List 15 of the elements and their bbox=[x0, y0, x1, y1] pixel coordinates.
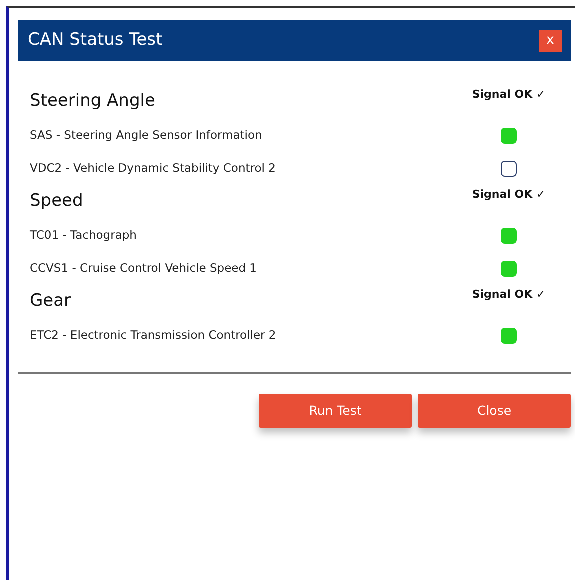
section-heading: Gear bbox=[30, 290, 72, 313]
message-label: ETC2 - Electronic Transmission Controller 2 bbox=[30, 326, 276, 344]
signal-status: Signal OK ✓ bbox=[471, 187, 547, 203]
section-heading: Speed bbox=[30, 190, 84, 213]
message-label: CCVS1 - Cruise Control Vehicle Speed 1 bbox=[30, 260, 257, 277]
message-label: SAS - Steering Angle Sensor Information bbox=[30, 126, 262, 144]
signal-status: Signal OK ✓ bbox=[471, 87, 547, 103]
message-label: TC01 - Tachograph bbox=[30, 226, 137, 244]
window-title: CAN Status Test bbox=[28, 28, 163, 52]
action-button[interactable]: Close bbox=[418, 394, 571, 428]
section-heading: Steering Angle bbox=[30, 90, 156, 113]
action-button[interactable]: Run Test bbox=[259, 394, 412, 428]
x-button[interactable]: x bbox=[539, 30, 562, 52]
signal-status: Signal OK ✓ bbox=[471, 287, 547, 303]
message-label: VDC2 - Vehicle Dynamic Stability Control 2 bbox=[30, 160, 276, 177]
